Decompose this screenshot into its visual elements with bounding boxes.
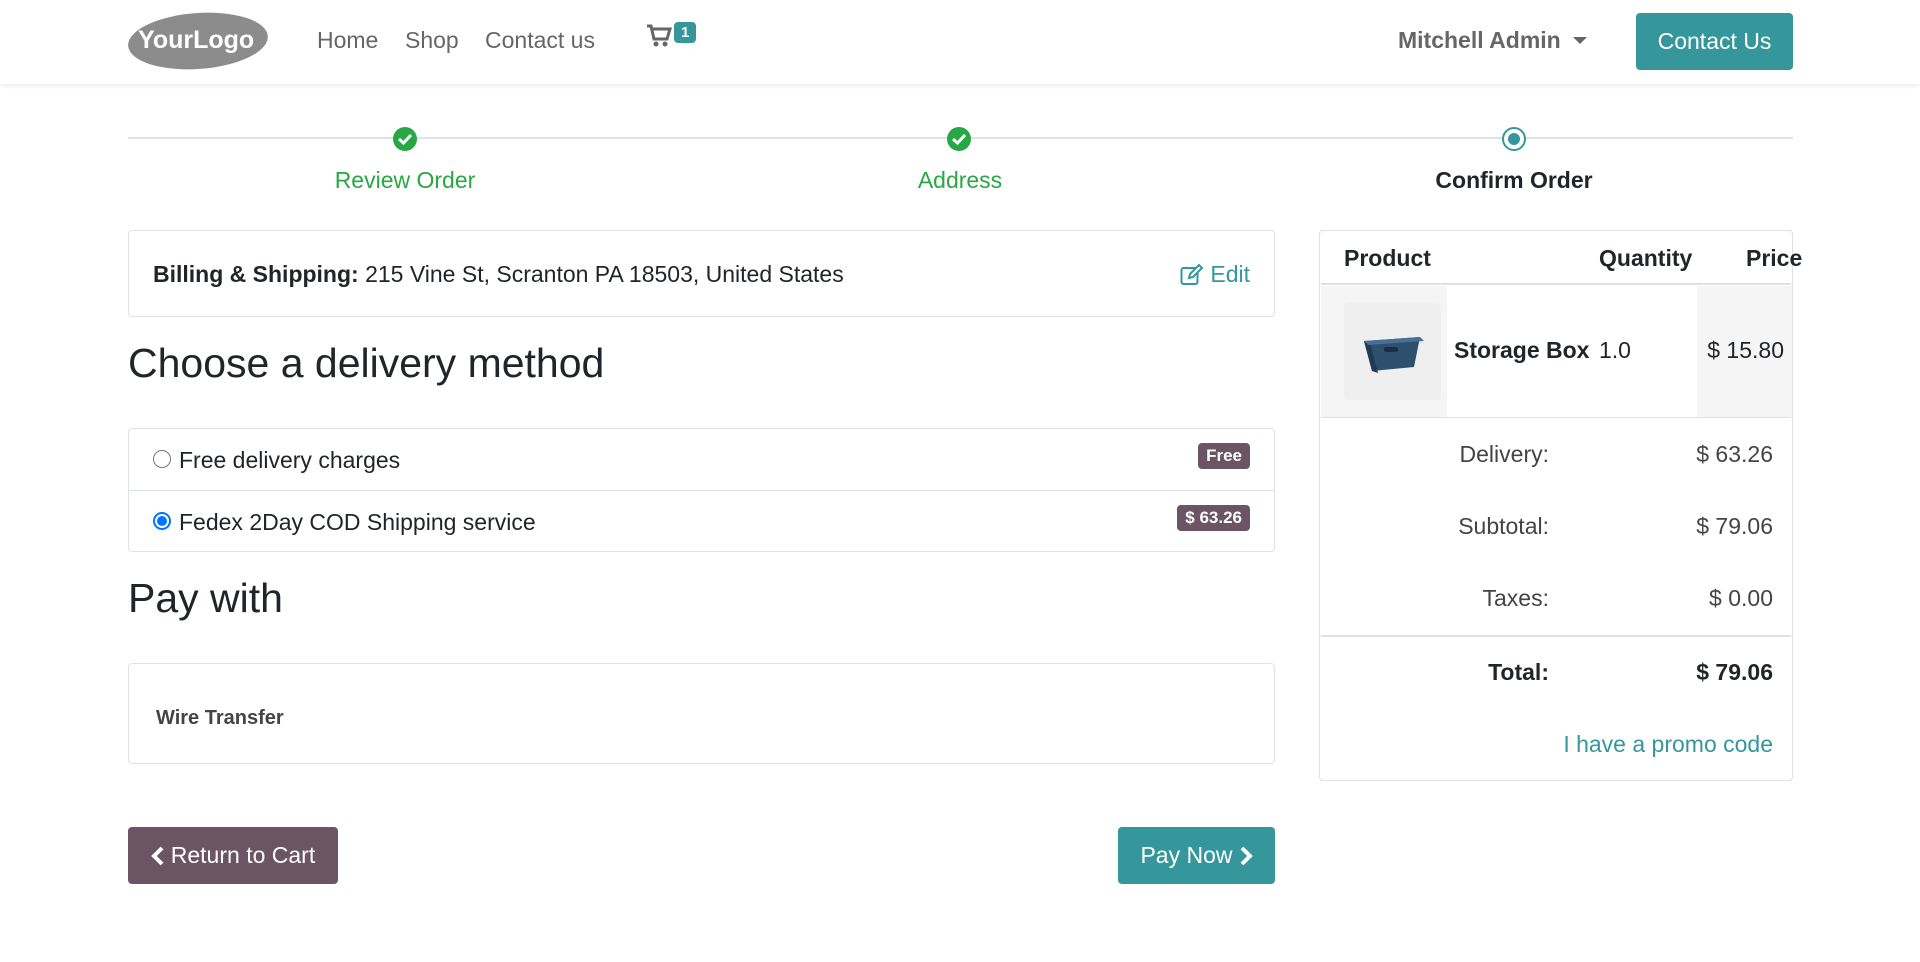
return-to-cart-button[interactable]: Return to Cart	[128, 827, 338, 884]
step-address[interactable]: Address	[918, 167, 1002, 194]
billing-shipping-card: Billing & Shipping: 215 Vine St, Scranto…	[128, 230, 1275, 317]
storage-box-image	[1364, 337, 1424, 373]
step-review-order[interactable]: Review Order	[335, 167, 476, 194]
pay-with-heading: Pay with	[128, 575, 283, 621]
product-quantity: 1.0	[1599, 337, 1631, 363]
pay-now-button[interactable]: Pay Now	[1118, 827, 1275, 884]
total-divider	[1321, 635, 1791, 637]
nav-contact-us[interactable]: Contact us	[485, 27, 595, 54]
product-image[interactable]	[1344, 303, 1441, 400]
subtotal-amount: $ 79.06	[1696, 513, 1773, 539]
nav-home[interactable]: Home	[317, 27, 378, 54]
company-logo[interactable]: YourLogo	[128, 12, 269, 70]
logo-text: YourLogo	[138, 26, 254, 54]
billing-label: Billing & Shipping:	[153, 261, 359, 287]
top-navbar: YourLogo Home Shop Contact us 1 Mitchell…	[0, 0, 1920, 84]
delivery-price-badge: Free	[1198, 443, 1250, 469]
chevron-left-icon	[150, 846, 164, 865]
column-product: Product	[1344, 245, 1431, 271]
row-divider	[1321, 417, 1791, 418]
delivery-amount: $ 63.26	[1696, 441, 1773, 467]
check-circle-icon	[393, 127, 417, 151]
delivery-option-free[interactable]: Free delivery charges Free	[129, 429, 1274, 490]
column-quantity: Quantity	[1599, 245, 1693, 271]
taxes-label: Taxes:	[1482, 585, 1549, 611]
payment-method-label[interactable]: Wire Transfer	[156, 707, 284, 730]
nav-shop[interactable]: Shop	[405, 27, 459, 54]
edit-address-link[interactable]: Edit	[1180, 261, 1250, 288]
shopping-cart-icon[interactable]	[646, 22, 673, 53]
product-price: $ 15.80	[1707, 337, 1784, 363]
edit-icon	[1180, 263, 1204, 285]
chevron-down-icon[interactable]	[1573, 37, 1587, 44]
promo-code-link[interactable]: I have a promo code	[1563, 731, 1773, 758]
total-label: Total:	[1488, 659, 1549, 685]
column-price: Price	[1746, 245, 1803, 271]
edit-label[interactable]: Edit	[1210, 261, 1250, 288]
delivery-option-label[interactable]: Free delivery charges	[179, 447, 400, 474]
check-circle-icon	[947, 127, 971, 151]
current-step-icon	[1502, 127, 1526, 151]
order-summary-card: Product Quantity Price Storage Box 1.0 $…	[1319, 230, 1802, 781]
taxes-amount: $ 0.00	[1709, 585, 1773, 611]
delivery-price-badge: $ 63.26	[1177, 505, 1250, 531]
header-divider	[1321, 283, 1791, 285]
delivery-options-list: Free delivery charges Free Fedex 2Day CO…	[128, 428, 1275, 552]
billing-address: 215 Vine St, Scranton PA 18503, United S…	[365, 261, 844, 287]
pay-now-label[interactable]: Pay Now	[1140, 842, 1232, 869]
chevron-right-icon	[1240, 846, 1253, 865]
product-name[interactable]: Storage Box	[1454, 337, 1589, 364]
user-menu[interactable]: Mitchell Admin	[1398, 27, 1561, 54]
total-amount: $ 79.06	[1696, 659, 1773, 685]
delivery-radio-fedex[interactable]	[153, 512, 171, 530]
delivery-method-heading: Choose a delivery method	[128, 340, 605, 386]
delivery-label: Delivery:	[1459, 441, 1549, 467]
delivery-option-label[interactable]: Fedex 2Day COD Shipping service	[179, 509, 536, 536]
step-confirm-order: Confirm Order	[1435, 167, 1593, 193]
return-to-cart-label[interactable]: Return to Cart	[171, 842, 315, 869]
cart-count-badge[interactable]: 1	[674, 22, 697, 43]
delivery-radio-free[interactable]	[153, 450, 171, 468]
delivery-option-fedex[interactable]: Fedex 2Day COD Shipping service $ 63.26	[129, 490, 1274, 551]
payment-method-card[interactable]: Wire Transfer	[128, 663, 1275, 764]
subtotal-label: Subtotal:	[1458, 513, 1549, 539]
contact-us-button[interactable]: Contact Us	[1636, 13, 1793, 70]
